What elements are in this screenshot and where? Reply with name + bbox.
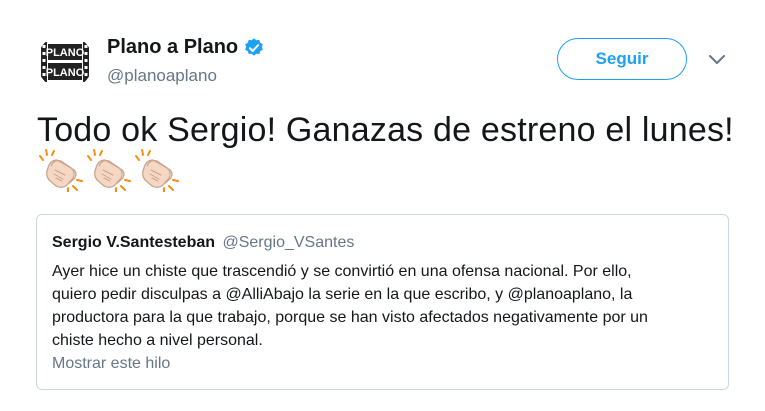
- quoted-author-handle: @Sergio_VSantes: [222, 234, 355, 251]
- svg-text:PLANO: PLANO: [46, 47, 85, 59]
- quoted-tweet[interactable]: Sergio V.Santesteban @Sergio_VSantes Aye…: [36, 214, 729, 390]
- quoted-text-line: quiero pedir disculpas a @AlliAbajo la s…: [52, 286, 633, 303]
- clapping-hands-icon: [135, 149, 179, 192]
- author-handle[interactable]: @planoaplano: [107, 66, 217, 86]
- tweet-text: Todo ok Sergio! Ganazas de estreno el lu…: [37, 111, 734, 149]
- svg-text:PLANO: PLANO: [46, 67, 85, 79]
- show-thread-link[interactable]: Mostrar este hilo: [52, 355, 170, 373]
- author-name-row: Plano a Plano: [107, 36, 265, 59]
- verified-badge-icon: [245, 37, 263, 56]
- chevron-down-icon[interactable]: [706, 52, 728, 68]
- plano-a-plano-logo: PLANO PLANO: [41, 42, 89, 82]
- follow-button[interactable]: Seguir: [557, 38, 687, 80]
- author-display-name[interactable]: Plano a Plano: [107, 36, 238, 59]
- quoted-text-line: Ayer hice un chiste que trascendió y se …: [52, 263, 632, 280]
- emoji-row: [37, 146, 179, 192]
- avatar[interactable]: PLANO PLANO: [37, 34, 93, 90]
- clapping-hands-icon: [87, 149, 131, 192]
- quoted-tweet-text: Ayer hice un chiste que trascendió y se …: [52, 260, 717, 352]
- quoted-tweet-header: Sergio V.Santesteban @Sergio_VSantes: [52, 234, 354, 252]
- quoted-author-name: Sergio V.Santesteban: [52, 234, 216, 251]
- clapping-hands-icon: [39, 149, 83, 192]
- quoted-text-line: chiste hecho a nivel personal.: [52, 332, 263, 349]
- quoted-text-line: productora para la que trabajo, porque s…: [52, 309, 648, 326]
